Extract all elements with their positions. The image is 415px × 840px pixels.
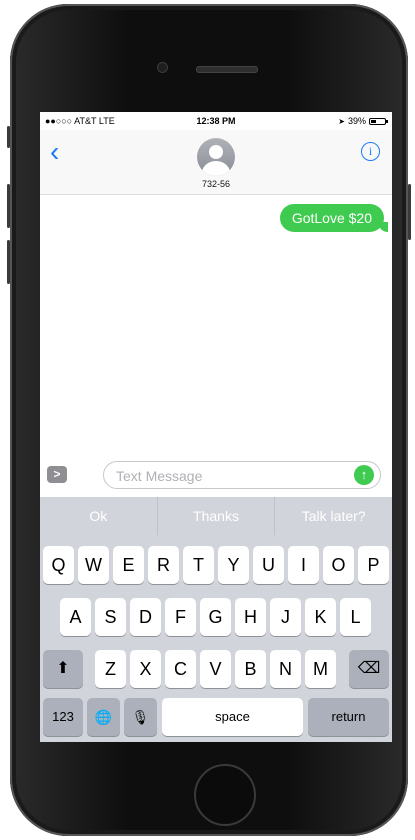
key-q[interactable]: Q <box>43 546 74 584</box>
key-a[interactable]: A <box>60 598 91 636</box>
key-u[interactable]: U <box>253 546 284 584</box>
key-d[interactable]: D <box>130 598 161 636</box>
key-p[interactable]: P <box>358 546 389 584</box>
location-arrow-icon: ➤ <box>338 116 345 126</box>
key-v[interactable]: V <box>200 650 231 688</box>
key-r[interactable]: R <box>148 546 179 584</box>
key-k[interactable]: K <box>305 598 336 636</box>
key-e[interactable]: E <box>113 546 144 584</box>
predictive-bar: Ok Thanks Talk later? <box>40 497 392 535</box>
key-h[interactable]: H <box>235 598 266 636</box>
shift-key[interactable]: ⬆ <box>43 650 83 688</box>
back-chevron-icon[interactable]: ‹ <box>50 138 59 166</box>
key-i[interactable]: I <box>288 546 319 584</box>
front-camera <box>157 62 168 73</box>
key-x[interactable]: X <box>130 650 161 688</box>
key-l[interactable]: L <box>340 598 371 636</box>
apps-chevron-icon[interactable]: > <box>47 466 67 483</box>
conversation-header: ‹ 732-56 i <box>40 130 392 195</box>
key-n[interactable]: N <box>270 650 301 688</box>
home-button[interactable] <box>194 764 256 826</box>
power-button <box>408 184 411 240</box>
key-b[interactable]: B <box>235 650 266 688</box>
sent-message-bubble[interactable]: GotLove $20 <box>279 204 389 232</box>
suggestion-talk-later[interactable]: Talk later? <box>274 497 392 535</box>
message-composer: > Text Message ↑ <box>40 457 392 493</box>
status-right: ➤ 39% <box>338 116 388 126</box>
message-placeholder: Text Message <box>116 468 203 484</box>
volume-down-button <box>7 240 10 284</box>
space-key[interactable]: space <box>162 698 303 736</box>
message-input[interactable]: Text Message ↑ <box>103 461 381 489</box>
key-w[interactable]: W <box>78 546 109 584</box>
key-z[interactable]: Z <box>95 650 126 688</box>
key-j[interactable]: J <box>270 598 301 636</box>
return-key[interactable]: return <box>308 698 389 736</box>
mute-switch <box>7 126 10 148</box>
send-arrow-icon[interactable]: ↑ <box>354 465 374 485</box>
key-m[interactable]: M <box>305 650 336 688</box>
info-icon[interactable]: i <box>361 142 380 161</box>
key-o[interactable]: O <box>323 546 354 584</box>
suggestion-ok[interactable]: Ok <box>40 497 157 535</box>
status-bar: ●●○○○ AT&T LTE 12:38 PM ➤ 39% <box>40 112 392 132</box>
battery-percent: 39% <box>347 116 366 126</box>
avatar-body-shape <box>202 161 230 176</box>
keyboard: Ok Thanks Talk later? Q W E R T Y U I O … <box>40 497 392 742</box>
contact-avatar[interactable] <box>197 138 235 176</box>
avatar-head-shape <box>209 145 223 159</box>
globe-icon[interactable]: 🌐 <box>87 698 120 736</box>
key-t[interactable]: T <box>183 546 214 584</box>
key-g[interactable]: G <box>200 598 231 636</box>
battery-fill <box>371 119 377 123</box>
key-f[interactable]: F <box>165 598 196 636</box>
battery-icon <box>369 117 388 125</box>
delete-key[interactable]: ⌫ <box>349 650 389 688</box>
screen: ●●○○○ AT&T LTE 12:38 PM ➤ 39% ‹ 732-56 i… <box>40 112 392 742</box>
numbers-key[interactable]: 123 <box>43 698 83 736</box>
key-y[interactable]: Y <box>218 546 249 584</box>
contact-name[interactable]: 732-56 <box>40 179 392 189</box>
suggestion-thanks[interactable]: Thanks <box>156 497 275 535</box>
earpiece-speaker <box>196 66 258 73</box>
key-c[interactable]: C <box>165 650 196 688</box>
microphone-icon[interactable]: 🎙 <box>124 698 157 736</box>
key-s[interactable]: S <box>95 598 126 636</box>
volume-up-button <box>7 184 10 228</box>
